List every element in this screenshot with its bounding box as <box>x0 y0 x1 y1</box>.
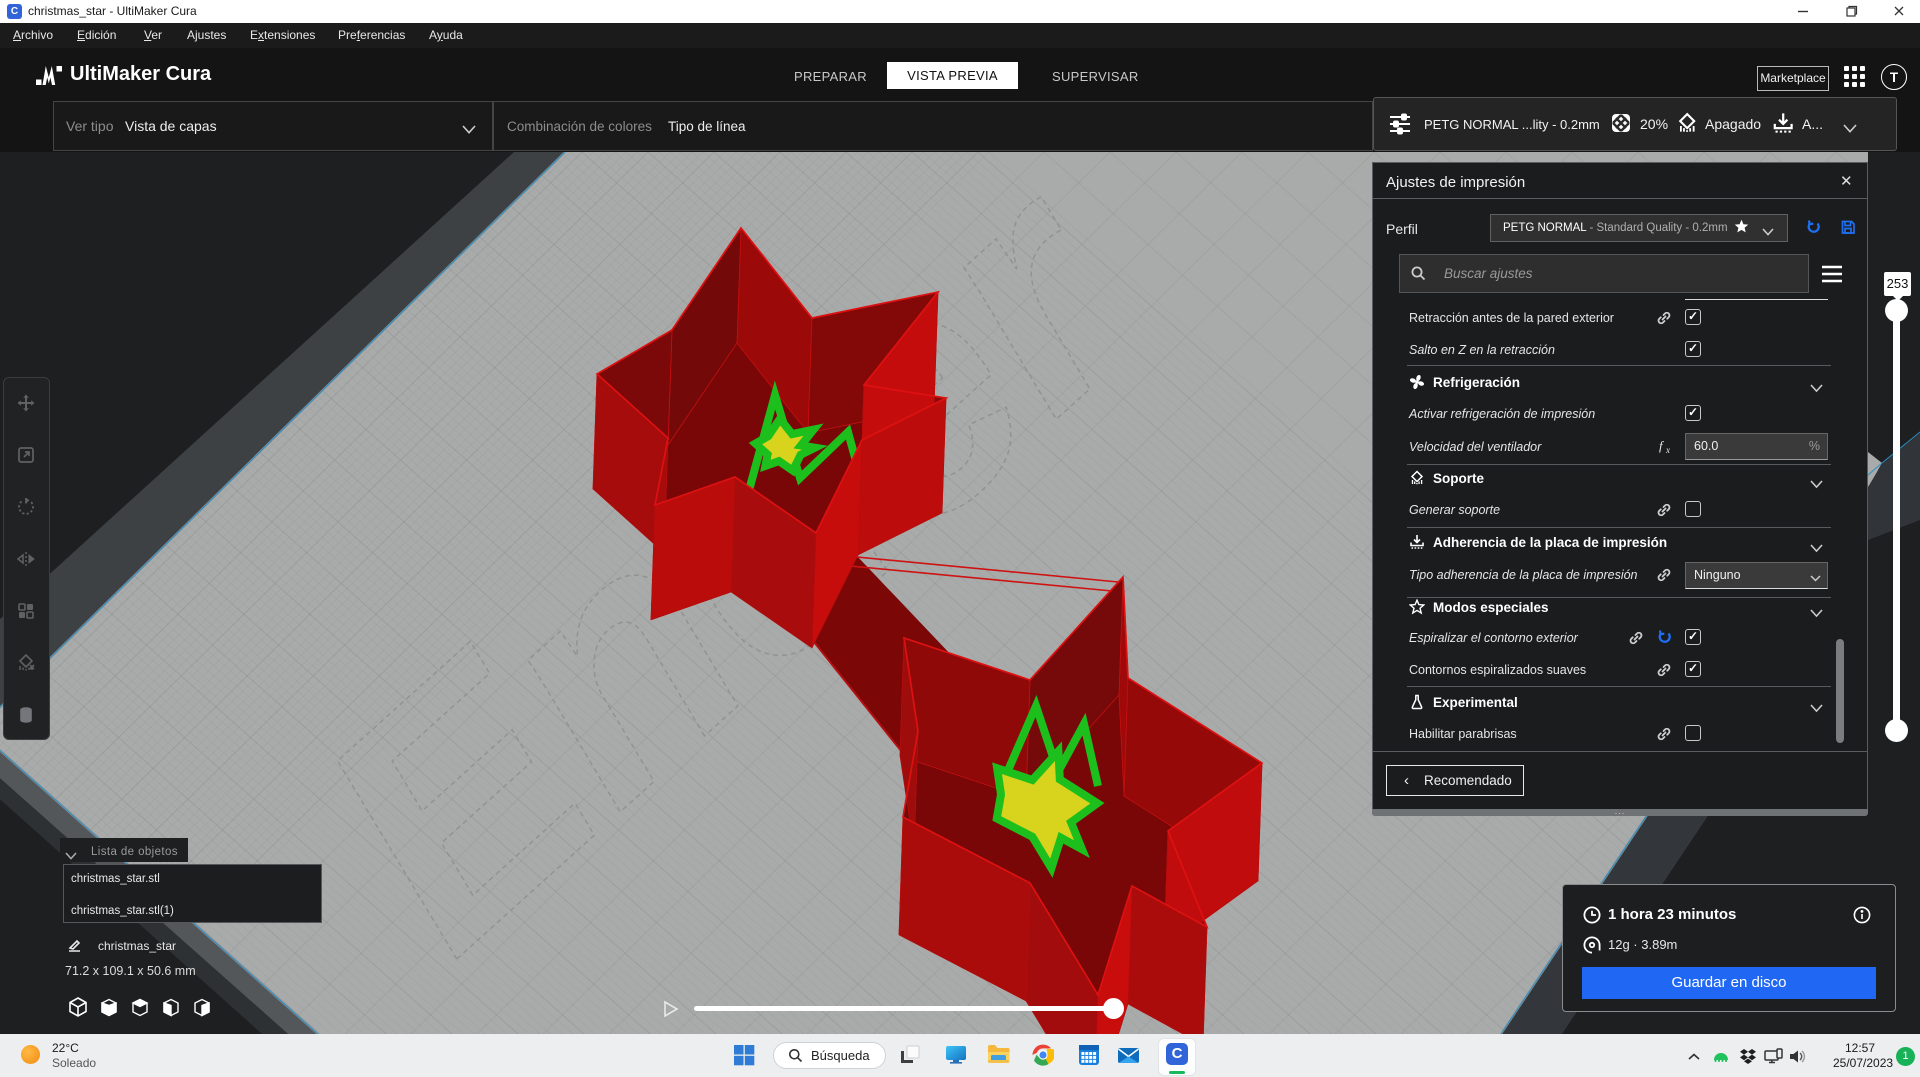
svg-text:f: f <box>1659 438 1665 453</box>
svg-text:x: x <box>1665 445 1670 454</box>
